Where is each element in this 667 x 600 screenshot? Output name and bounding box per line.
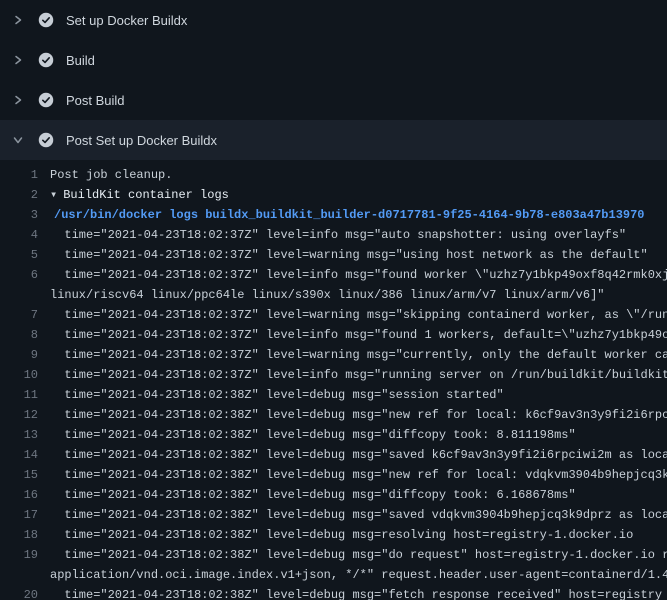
line-number: 11 [0, 385, 50, 405]
line-text: time="2021-04-23T18:02:38Z" level=debug … [50, 585, 662, 600]
log-line[interactable]: 15 ▾ time="2021-04-23T18:02:38Z" level=d… [0, 465, 667, 485]
step-header[interactable]: Post Build [0, 80, 667, 120]
line-number: 7 [0, 305, 50, 325]
line-text: time="2021-04-23T18:02:38Z" level=debug … [50, 525, 633, 545]
line-number: 13 [0, 425, 50, 445]
log-line[interactable]: 20 ▾ time="2021-04-23T18:02:38Z" level=d… [0, 585, 667, 600]
line-text: time="2021-04-23T18:02:38Z" level=debug … [50, 465, 667, 485]
check-circle-icon [38, 92, 54, 108]
line-text: time="2021-04-23T18:02:38Z" level=debug … [50, 545, 667, 585]
log-line[interactable]: 12 ▾ time="2021-04-23T18:02:38Z" level=d… [0, 405, 667, 425]
line-number: 1 [0, 165, 50, 185]
log-area: 1 ▾ Post job cleanup. 2 ▾ BuildKit conta… [0, 160, 667, 600]
line-text: time="2021-04-23T18:02:38Z" level=debug … [50, 385, 504, 405]
check-circle-icon [38, 132, 54, 148]
line-text: time="2021-04-23T18:02:38Z" level=debug … [50, 405, 667, 425]
step-title: Post Set up Docker Buildx [66, 133, 217, 148]
line-text: time="2021-04-23T18:02:38Z" level=debug … [50, 425, 576, 445]
log-line[interactable]: 14 ▾ time="2021-04-23T18:02:38Z" level=d… [0, 445, 667, 465]
step-header[interactable]: Build [0, 40, 667, 80]
line-number: 14 [0, 445, 50, 465]
log-line[interactable]: 8 ▾ time="2021-04-23T18:02:37Z" level=in… [0, 325, 667, 345]
line-number: 9 [0, 345, 50, 365]
line-number: 15 [0, 465, 50, 485]
line-text: time="2021-04-23T18:02:37Z" level=info m… [50, 265, 667, 305]
chevron-right-icon[interactable] [10, 52, 26, 68]
line-number: 5 [0, 245, 50, 265]
line-text: time="2021-04-23T18:02:38Z" level=debug … [50, 485, 576, 505]
line-number: 2 [0, 185, 50, 205]
step-header[interactable]: Set up Docker Buildx [0, 0, 667, 40]
log-line[interactable]: 9 ▾ time="2021-04-23T18:02:37Z" level=wa… [0, 345, 667, 365]
line-text: time="2021-04-23T18:02:37Z" level=warnin… [50, 305, 667, 325]
line-text: /usr/bin/docker logs buildx_buildkit_bui… [50, 205, 645, 225]
log-line[interactable]: 1 ▾ Post job cleanup. [0, 165, 667, 185]
step-title: Set up Docker Buildx [66, 13, 187, 28]
log-line[interactable]: 16 ▾ time="2021-04-23T18:02:38Z" level=d… [0, 485, 667, 505]
line-number: 16 [0, 485, 50, 505]
line-number: 18 [0, 525, 50, 545]
line-number: 20 [0, 585, 50, 600]
line-text: time="2021-04-23T18:02:38Z" level=debug … [50, 445, 667, 465]
line-text: time="2021-04-23T18:02:37Z" level=info m… [50, 325, 667, 345]
chevron-right-icon[interactable] [10, 12, 26, 28]
log-line[interactable]: 6 ▾ time="2021-04-23T18:02:37Z" level=in… [0, 265, 667, 305]
step-header[interactable]: Post Set up Docker Buildx [0, 120, 667, 160]
line-text: Post job cleanup. [50, 165, 172, 185]
log-line[interactable]: 10 ▾ time="2021-04-23T18:02:37Z" level=i… [0, 365, 667, 385]
check-circle-icon [38, 12, 54, 28]
line-text: BuildKit container logs [63, 185, 229, 205]
log-line[interactable]: 2 ▾ BuildKit container logs [0, 185, 667, 205]
log-line[interactable]: 17 ▾ time="2021-04-23T18:02:38Z" level=d… [0, 505, 667, 525]
line-text: time="2021-04-23T18:02:37Z" level=warnin… [50, 345, 667, 365]
line-text: time="2021-04-23T18:02:37Z" level=info m… [50, 225, 626, 245]
log-line[interactable]: 18 ▾ time="2021-04-23T18:02:38Z" level=d… [0, 525, 667, 545]
step-title: Post Build [66, 93, 125, 108]
line-number: 19 [0, 545, 50, 565]
chevron-down-icon[interactable] [10, 132, 26, 148]
log-line[interactable]: 4 ▾ time="2021-04-23T18:02:37Z" level=in… [0, 225, 667, 245]
line-number: 17 [0, 505, 50, 525]
step-list: Set up Docker Buildx Build Post Buil [0, 0, 667, 160]
line-text: time="2021-04-23T18:02:37Z" level=info m… [50, 365, 667, 385]
actions-log-panel: Set up Docker Buildx Build Post Buil [0, 0, 667, 600]
log-line[interactable]: 11 ▾ time="2021-04-23T18:02:38Z" level=d… [0, 385, 667, 405]
log-line[interactable]: 13 ▾ time="2021-04-23T18:02:38Z" level=d… [0, 425, 667, 445]
log-line[interactable]: 3 ▾ /usr/bin/docker logs buildx_buildkit… [0, 205, 667, 225]
log-line[interactable]: 19 ▾ time="2021-04-23T18:02:38Z" level=d… [0, 545, 667, 585]
line-number: 12 [0, 405, 50, 425]
log-line[interactable]: 5 ▾ time="2021-04-23T18:02:37Z" level=wa… [0, 245, 667, 265]
line-number: 3 [0, 205, 50, 225]
check-circle-icon [38, 52, 54, 68]
line-text: time="2021-04-23T18:02:38Z" level=debug … [50, 505, 667, 525]
triangle-down-icon[interactable]: ▾ [50, 185, 57, 205]
line-number: 4 [0, 225, 50, 245]
line-number: 6 [0, 265, 50, 285]
line-text: time="2021-04-23T18:02:37Z" level=warnin… [50, 245, 648, 265]
log-line[interactable]: 7 ▾ time="2021-04-23T18:02:37Z" level=wa… [0, 305, 667, 325]
chevron-right-icon[interactable] [10, 92, 26, 108]
line-number: 10 [0, 365, 50, 385]
step-title: Build [66, 53, 95, 68]
line-number: 8 [0, 325, 50, 345]
